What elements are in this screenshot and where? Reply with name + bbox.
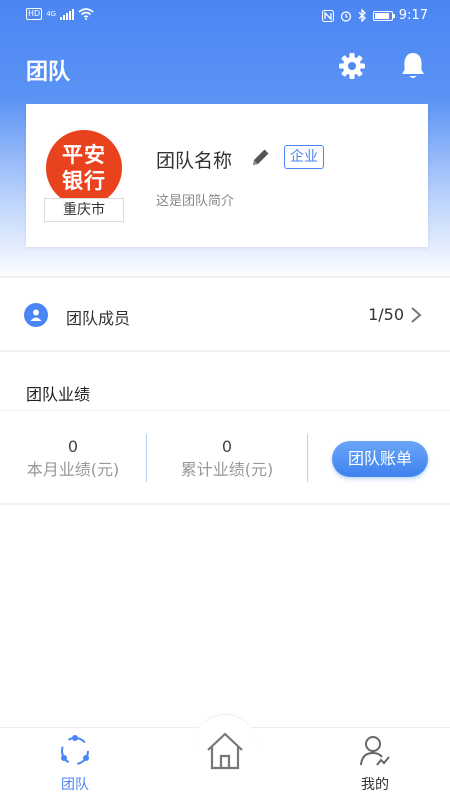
signal-icon <box>60 8 75 20</box>
member-icon <box>24 303 48 327</box>
pencil-icon <box>253 149 269 165</box>
tab-mine-label: 我的 <box>361 777 389 793</box>
total-performance-label: 累计业绩(元) <box>180 460 274 479</box>
members-label: 团队成员 <box>66 309 131 328</box>
settings-button[interactable] <box>336 50 368 82</box>
team-description: 这是团队简介 <box>156 194 235 209</box>
gear-icon <box>339 53 365 79</box>
team-logo: 平安 银行 重庆市 <box>44 130 124 222</box>
edit-name-button[interactable] <box>250 146 272 168</box>
team-type-badge: 企业 <box>284 145 324 169</box>
performance-title: 团队业绩 <box>26 385 91 404</box>
section-divider <box>0 503 450 505</box>
team-members-row[interactable]: 团队成员 1/50 <box>0 280 450 350</box>
status-left: HD 4G <box>26 8 94 20</box>
battery-icon <box>372 10 395 21</box>
section-divider <box>0 350 450 352</box>
stat-separator <box>307 434 308 482</box>
logo-text-line1: 平安 <box>62 143 106 167</box>
monthly-performance-label: 本月业绩(元) <box>26 460 120 479</box>
team-logo-circle: 平安 银行 <box>46 130 122 206</box>
logo-text-line2: 银行 <box>62 169 106 193</box>
notification-button[interactable] <box>397 50 429 82</box>
members-count: 1/50 <box>368 305 404 324</box>
bluetooth-icon <box>358 9 366 22</box>
team-city: 重庆市 <box>44 198 124 222</box>
monthly-performance: 0 本月业绩(元) <box>8 437 138 483</box>
tab-mine[interactable]: 我的 <box>335 734 415 794</box>
team-name: 团队名称 <box>156 150 233 172</box>
nfc-icon <box>321 9 334 22</box>
tab-home[interactable] <box>185 730 265 776</box>
monthly-performance-value: 0 <box>67 437 79 456</box>
total-performance: 0 累计业绩(元) <box>162 437 292 483</box>
page-title: 团队 <box>26 60 71 85</box>
section-divider <box>0 276 450 278</box>
home-icon <box>207 732 243 770</box>
wifi-icon <box>78 8 94 20</box>
status-time: 9:17 <box>398 8 428 23</box>
user-icon <box>360 736 390 766</box>
team-info-card[interactable]: 平安 银行 重庆市 团队名称 企业 这是团队简介 <box>26 104 428 247</box>
total-performance-value: 0 <box>221 437 233 456</box>
status-bar: HD 4G 9:17 <box>0 0 450 34</box>
bell-icon <box>402 53 424 78</box>
tab-team[interactable]: 团队 <box>35 734 115 794</box>
chevron-right-icon <box>411 307 422 323</box>
tab-team-label: 团队 <box>61 777 89 793</box>
team-bill-button[interactable]: 团队账单 <box>332 441 428 477</box>
team-tab-icon <box>61 735 89 765</box>
hd-indicator: HD <box>26 8 43 20</box>
section-divider <box>0 410 450 411</box>
status-right: 9:17 <box>321 8 428 23</box>
network-type: 4G <box>46 9 57 18</box>
stat-separator <box>146 434 147 482</box>
alarm-icon <box>340 10 351 22</box>
